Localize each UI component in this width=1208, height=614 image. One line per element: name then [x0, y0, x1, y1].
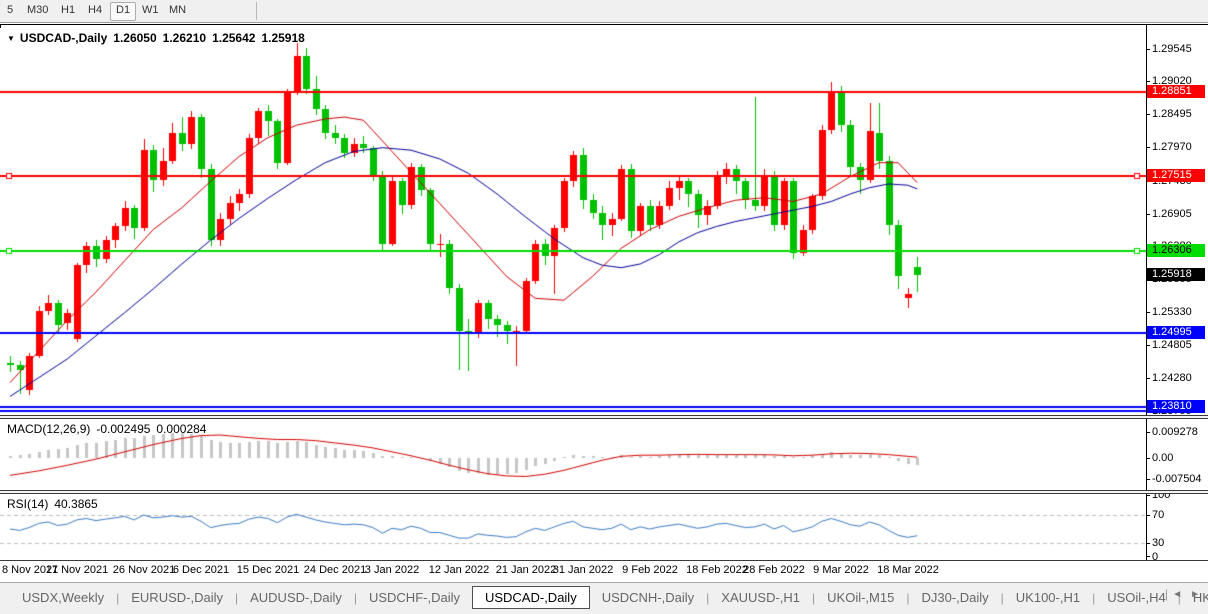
- tab-eurusd-daily[interactable]: EURUSD-,Daily: [119, 587, 235, 608]
- price-tick-mark: [1146, 214, 1150, 215]
- chart-tabs: USDX,Weekly|EURUSD-,Daily|AUDUSD-,Daily|…: [10, 585, 1208, 610]
- price-tick-mark: [1146, 147, 1150, 148]
- price-tick-label: 1.28495: [1152, 108, 1192, 120]
- ohlc-open: 1.26050: [113, 31, 156, 45]
- rsi-label: RSI(14): [7, 497, 48, 511]
- macd-tick-label: 0.00: [1152, 452, 1173, 464]
- date-label: 15 Dec 2021: [237, 564, 299, 576]
- date-label: 3 Jan 2022: [365, 564, 419, 576]
- price-tick-mark: [1146, 345, 1150, 346]
- macd-tick-mark: [1146, 479, 1150, 480]
- ohlc-low: 1.25642: [212, 31, 255, 45]
- tab-scroll-arrows: ◄►: [1168, 589, 1204, 600]
- date-label: 6 Dec 2021: [173, 564, 229, 576]
- tab-audusd-daily[interactable]: AUDUSD-,Daily: [238, 587, 354, 608]
- macd-legend: MACD(12,26,9) -0.002495 0.000284: [7, 422, 206, 436]
- date-label: 18 Mar 2022: [877, 564, 939, 576]
- tab-usdcad-daily[interactable]: USDCAD-,Daily: [472, 586, 590, 609]
- price-tick-mark: [1146, 378, 1150, 379]
- price-tick-mark: [1146, 49, 1150, 50]
- rsi-tick-label: 30: [1152, 537, 1164, 549]
- tab-scroll-right-icon[interactable]: ►: [1190, 589, 1200, 600]
- tab-scroll-left-icon[interactable]: ◄: [1172, 589, 1182, 600]
- chart-symbol-label: USDCAD-,Daily: [20, 31, 107, 45]
- price-tick-label: 1.24280: [1152, 372, 1192, 384]
- tab-usdcnh-daily[interactable]: USDCNH-,Daily: [590, 587, 706, 608]
- rsi-value: 40.3865: [54, 497, 97, 511]
- timeframe-button-H4[interactable]: H4: [83, 2, 107, 19]
- price-tag-1.23810: 1.23810: [1147, 400, 1205, 413]
- pane-splitter-rsi[interactable]: [0, 490, 1208, 494]
- price-tag-1.25918: 1.25918: [1147, 268, 1205, 281]
- tab-xauusd-h1[interactable]: XAUUSD-,H1: [709, 587, 812, 608]
- timeframe-toolbar: 5M30H1H4D1W1MN: [0, 0, 1208, 23]
- time-axis: 8 Nov 202117 Nov 202126 Nov 20216 Dec 20…: [0, 561, 1208, 581]
- date-label: 9 Mar 2022: [813, 564, 869, 576]
- timeframe-button-H1[interactable]: H1: [56, 2, 80, 19]
- macd-signal-value: 0.000284: [156, 422, 206, 436]
- price-tick-mark: [1146, 81, 1150, 82]
- date-label: 21 Jan 2022: [496, 564, 557, 576]
- tab-usdx-weekly[interactable]: USDX,Weekly: [10, 587, 116, 608]
- price-tag-1.24995: 1.24995: [1147, 326, 1205, 339]
- rsi-tick-mark: [1146, 543, 1150, 544]
- pane-splitter-macd[interactable]: [0, 415, 1208, 419]
- price-tick-mark: [1146, 114, 1150, 115]
- tab-ukoil-m15[interactable]: UKOil-,M15: [815, 587, 906, 608]
- rsi-tick-label: 70: [1152, 509, 1164, 521]
- price-tag-1.26306: 1.26306: [1147, 244, 1205, 257]
- ohlc-close: 1.25918: [261, 31, 304, 45]
- macd-tick-mark: [1146, 432, 1150, 433]
- date-label: 18 Feb 2022: [686, 564, 748, 576]
- price-tick-mark: [1146, 312, 1150, 313]
- price-tick-label: 1.26905: [1152, 208, 1192, 220]
- macd-main-value: -0.002495: [96, 422, 150, 436]
- timeframe-button-MN[interactable]: MN: [164, 2, 191, 19]
- chart-dropdown-icon[interactable]: ▼: [7, 34, 15, 43]
- rsi-tick-mark: [1146, 556, 1150, 557]
- chart-tab-bar: USDX,Weekly|EURUSD-,Daily|AUDUSD-,Daily|…: [0, 582, 1208, 614]
- chart-title: ▼ USDCAD-,Daily 1.26050 1.26210 1.25642 1.259…: [7, 31, 305, 45]
- timeframe-button-W1[interactable]: W1: [137, 2, 164, 19]
- price-tick-label: 1.24805: [1152, 339, 1192, 351]
- date-label: 9 Feb 2022: [622, 564, 678, 576]
- rsi-indicator-canvas[interactable]: [0, 494, 1146, 560]
- ohlc-high: 1.26210: [163, 31, 206, 45]
- mt4-window: 5M30H1H4D1W1MN ▼ USDCAD-,Daily 1.26050 1.26…: [0, 0, 1208, 614]
- tab-uk100-h1[interactable]: UK100-,H1: [1004, 587, 1092, 608]
- rsi-legend: RSI(14) 40.3865: [7, 497, 98, 511]
- rsi-tick-label: 0: [1152, 551, 1158, 563]
- date-label: 31 Jan 2022: [553, 564, 614, 576]
- date-label: 17 Nov 2021: [46, 564, 108, 576]
- price-tick-label: 1.27970: [1152, 141, 1192, 153]
- price-tick-label: 1.29545: [1152, 43, 1192, 55]
- timeframe-button-D1[interactable]: D1: [110, 2, 136, 21]
- date-label: 26 Nov 2021: [113, 564, 175, 576]
- date-label: 24 Dec 2021: [304, 564, 366, 576]
- rsi-pane-bottom-border: [0, 560, 1208, 561]
- timeframe-button-M30[interactable]: M30: [22, 2, 53, 19]
- tab-usdchf-daily[interactable]: USDCHF-,Daily: [357, 587, 472, 608]
- macd-tick-mark: [1146, 458, 1150, 459]
- price-tag-1.28851: 1.28851: [1147, 85, 1205, 98]
- macd-tick-label: 0.009278: [1152, 426, 1198, 438]
- price-tick-label: 1.25330: [1152, 306, 1192, 318]
- timeframe-button-5[interactable]: 5: [2, 2, 18, 19]
- macd-label: MACD(12,26,9): [7, 422, 90, 436]
- toolbar-separator: [256, 2, 257, 20]
- rsi-tick-mark: [1146, 495, 1150, 496]
- date-label: 12 Jan 2022: [429, 564, 490, 576]
- tab-dj30-daily[interactable]: DJ30-,Daily: [909, 587, 1000, 608]
- rsi-tick-mark: [1146, 515, 1150, 516]
- macd-tick-label: -0.007504: [1152, 473, 1202, 485]
- price-chart-canvas[interactable]: [0, 28, 1146, 415]
- price-tag-1.27515: 1.27515: [1147, 169, 1205, 182]
- date-label: 28 Feb 2022: [743, 564, 805, 576]
